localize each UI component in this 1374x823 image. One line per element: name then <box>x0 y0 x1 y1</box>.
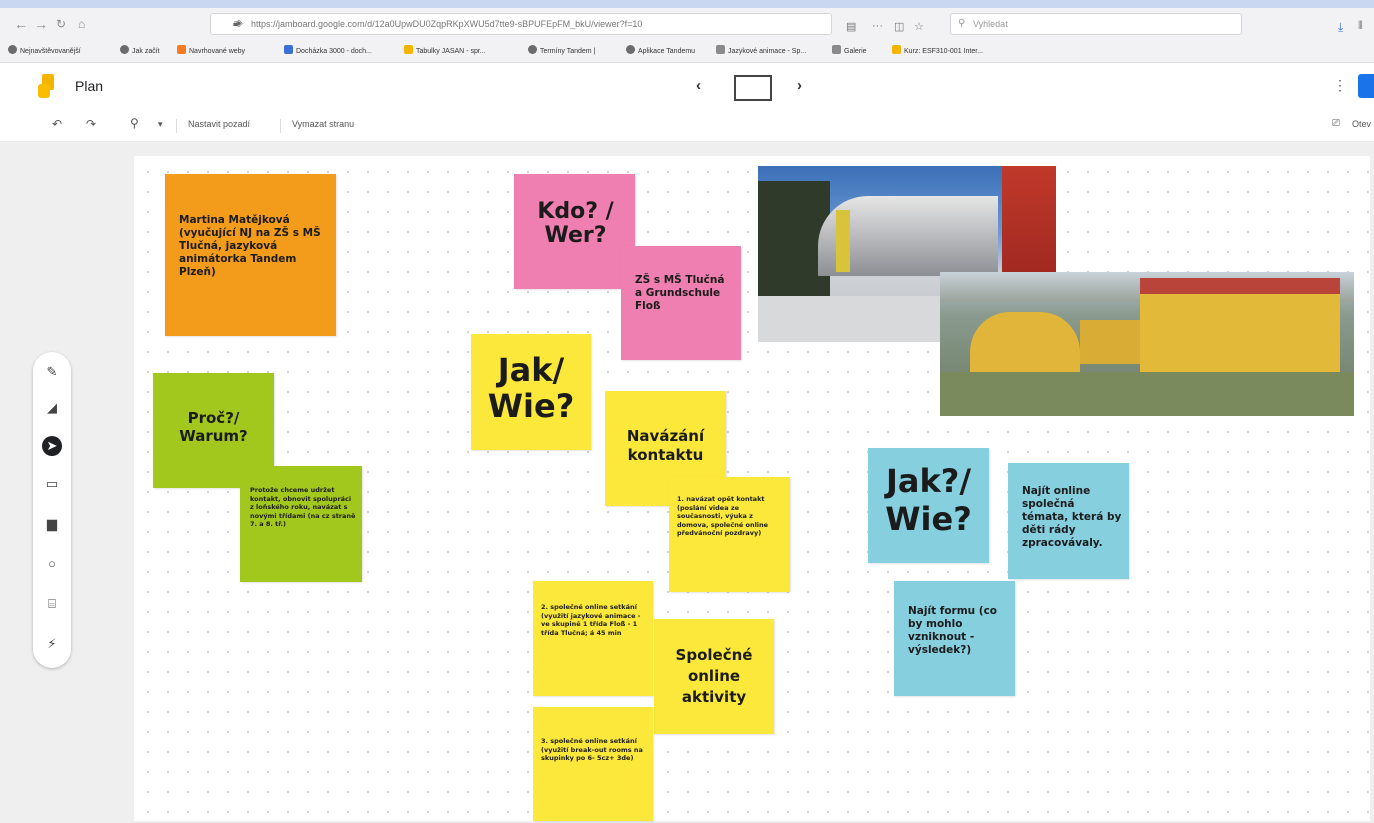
cloud-icon <box>832 45 841 54</box>
toolbar-divider <box>176 119 177 133</box>
select-icon[interactable]: ➤ <box>42 436 62 456</box>
download-icon[interactable]: ⤓ <box>1338 20 1343 35</box>
present-button[interactable]: Otev <box>1352 119 1371 129</box>
reader-view-icon[interactable]: ▤ <box>846 20 856 33</box>
back-icon[interactable]: ← <box>14 16 28 32</box>
circle-icon[interactable]: ○ <box>42 554 62 574</box>
sticky-note-step-2[interactable]: 2. společné online setkání (využití jazy… <box>533 581 653 696</box>
zoom-icon[interactable]: ⚲ <box>130 116 139 130</box>
sticky-note-format[interactable]: Najít formu (co by mohlo vzniknout - výs… <box>894 581 1015 696</box>
textbox-icon[interactable]: ⌸ <box>42 594 62 614</box>
home-icon[interactable]: ⌂ <box>78 17 85 31</box>
sticky-note-how[interactable]: Jak/ Wie? <box>471 334 591 450</box>
globe-icon <box>626 45 635 54</box>
sticky-note-step-3[interactable]: 3. společné online setkání (využití brea… <box>533 707 653 821</box>
pen-icon[interactable]: ✎ <box>42 362 62 382</box>
lock-icon: 🔒︎ <box>233 18 239 29</box>
firefox-icon <box>177 45 186 54</box>
gear-icon <box>8 45 17 54</box>
pocket-icon[interactable]: ◫ <box>894 20 904 33</box>
bookmark-item[interactable]: Navrhované weby <box>177 45 245 55</box>
tool-palette: ✎ ◢ ➤ ▭ ▆ ○ ⌸ ⚡︎ <box>33 352 71 668</box>
url-bar[interactable]: ◈ 🔒︎ https://jamboard.google.com/d/12a0U… <box>210 13 832 35</box>
bookmark-star-icon[interactable]: ☆ <box>914 20 924 33</box>
globe-icon <box>528 45 537 54</box>
laser-icon[interactable]: ⚡︎ <box>42 634 62 654</box>
url-text: https://jamboard.google.com/d/12a0UpwDU0… <box>251 19 643 29</box>
bookmark-item[interactable]: Jazykové animace - Sp... <box>716 45 806 55</box>
app-header: Plan ‹ › ⋮ <box>0 63 1374 111</box>
more-options-icon[interactable]: ⋮ <box>1333 77 1347 94</box>
sticky-note-topics[interactable]: Najít online společná témata, která by d… <box>1008 463 1129 579</box>
window-top-strip <box>0 0 1374 8</box>
share-button[interactable] <box>1358 74 1374 98</box>
next-frame-icon[interactable]: › <box>797 77 802 94</box>
browser-toolbar: ← → ↻ ⌂ ◈ 🔒︎ https://jamboard.google.com… <box>0 8 1374 40</box>
bookmark-item[interactable]: Galerie <box>832 45 867 55</box>
search-icon: ⚲ <box>958 18 966 29</box>
page-icon <box>716 45 725 54</box>
eraser-icon[interactable]: ◢ <box>42 398 62 418</box>
sticky-note-how-2[interactable]: Jak?/ Wie? <box>868 448 989 563</box>
present-icon[interactable]: ⎚ <box>1332 118 1340 129</box>
frame-thumbnail[interactable] <box>734 75 772 101</box>
previous-frame-icon[interactable]: ‹ <box>696 77 701 94</box>
jamboard-logo[interactable] <box>38 74 54 100</box>
sticky-note-author[interactable]: Martina Matějková (vyučující NJ na ZŠ s … <box>165 174 336 336</box>
page-title[interactable]: Plan <box>75 78 103 94</box>
redo-icon[interactable]: ↷ <box>86 117 96 131</box>
search-placeholder: Vyhledat <box>973 19 1008 29</box>
reload-icon[interactable]: ↻ <box>56 17 66 31</box>
school-photo-2[interactable] <box>940 272 1354 416</box>
undo-icon[interactable]: ↶ <box>52 117 62 131</box>
globe-icon <box>120 45 129 54</box>
zoom-dropdown-icon[interactable]: ▾ <box>158 119 163 130</box>
page-actions-icon[interactable]: ··· <box>872 20 883 32</box>
sticky-note-reason[interactable]: Protože chceme udržet kontakt, obnovit s… <box>240 466 362 582</box>
sticky-note-icon[interactable]: ▭ <box>42 474 62 494</box>
search-input[interactable]: ⚲ Vyhledat <box>950 13 1242 35</box>
edit-toolbar: ↶ ↷ ⚲ ▾ Nastavit pozadí Vymazat stranu ⎚… <box>0 111 1374 142</box>
bookmark-item[interactable]: Termíny Tandem | <box>528 45 595 55</box>
forward-icon[interactable]: → <box>34 16 48 32</box>
drive-icon <box>404 45 413 54</box>
library-icon[interactable]: ⦀ <box>1358 20 1363 33</box>
bookmark-item[interactable]: Aplikace Tandemu <box>626 45 695 55</box>
set-background-button[interactable]: Nastavit pozadí <box>188 119 250 129</box>
bookmark-item[interactable]: Kurz: ESF310-001 Inter... <box>892 45 983 55</box>
bookmark-item[interactable]: Docházka 3000 - doch... <box>284 45 372 55</box>
toolbar-divider <box>280 119 281 133</box>
clear-frame-button[interactable]: Vymazat stranu <box>292 119 354 129</box>
document-icon <box>284 45 293 54</box>
bookmarks-bar: Nejnavštěvovanější Jak začít Navrhované … <box>0 40 1374 63</box>
sticky-note-online-activities[interactable]: Společné online aktivity <box>654 619 774 734</box>
sticky-note-step-1[interactable]: 1. navázat opět kontakt (poslání videa z… <box>669 477 790 592</box>
bookmark-item[interactable]: Tabulky JASAN - spr... <box>404 45 486 55</box>
folder-icon <box>892 45 901 54</box>
bookmark-item[interactable]: Nejnavštěvovanější <box>8 45 81 55</box>
sticky-note-who[interactable]: Kdo? / Wer? <box>514 174 635 289</box>
image-icon[interactable]: ▆ <box>42 514 62 534</box>
sticky-note-schools[interactable]: ZŠ s MŠ Tlučná a Grundschule Floß <box>621 246 741 360</box>
bookmark-item[interactable]: Jak začít <box>120 45 160 55</box>
